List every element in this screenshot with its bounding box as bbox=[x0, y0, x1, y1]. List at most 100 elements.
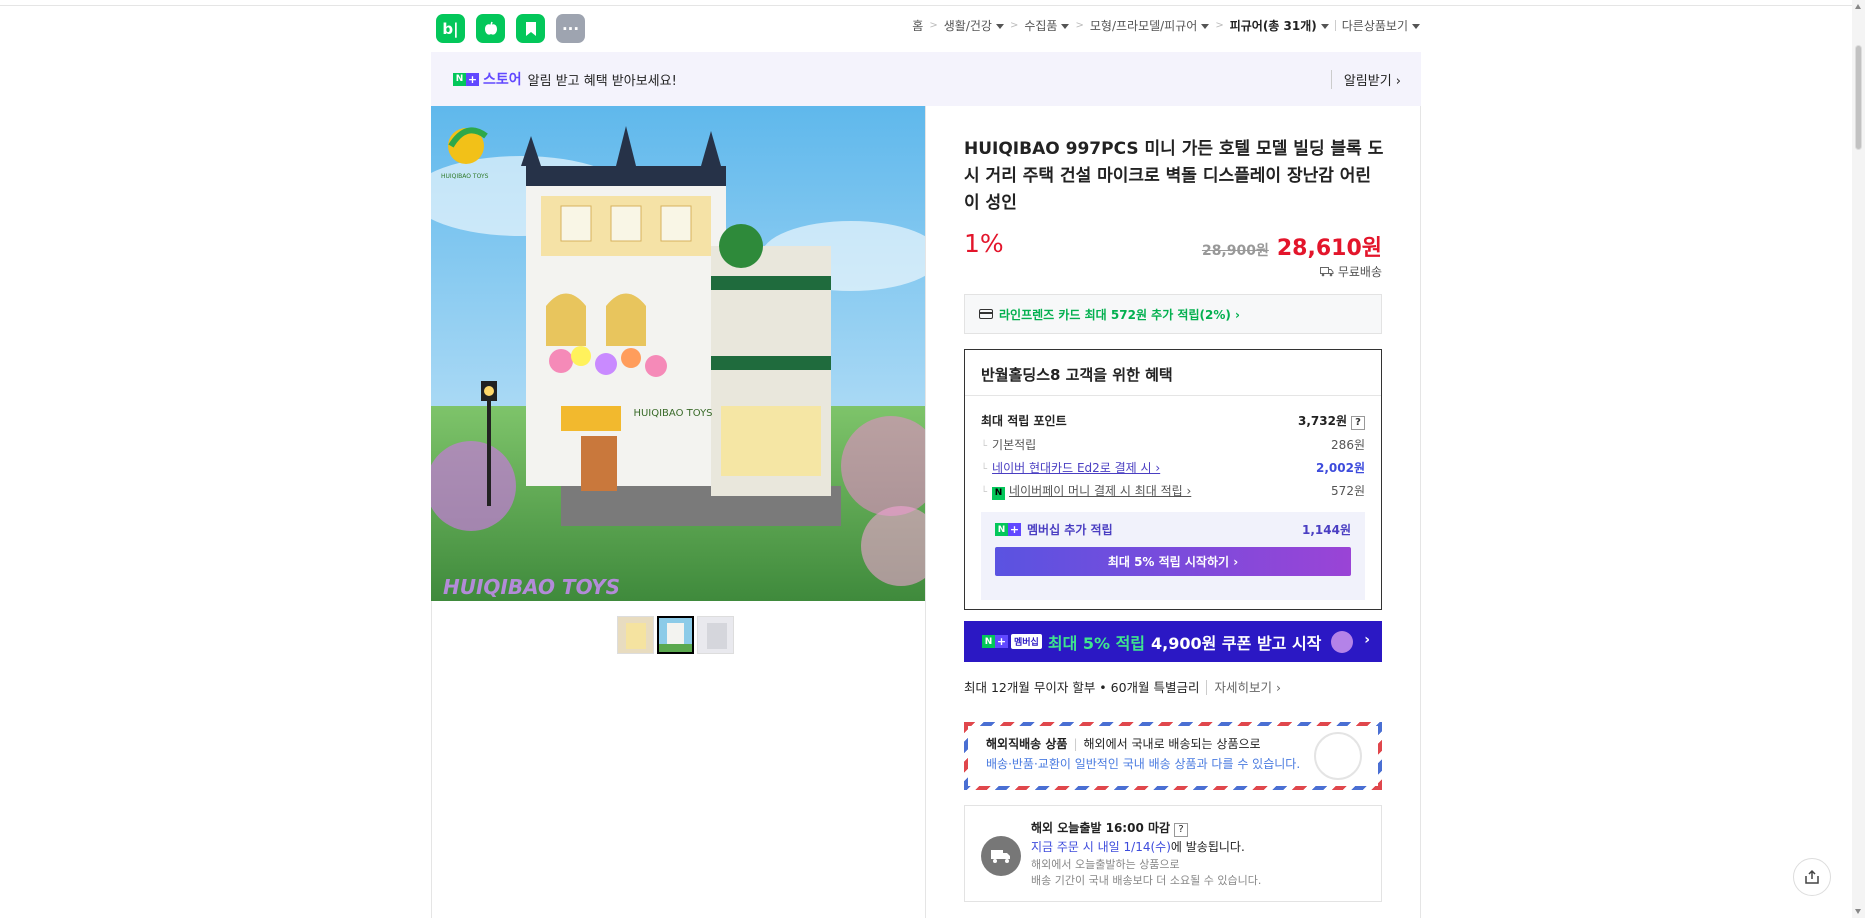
breadcrumb-separator: > bbox=[1009, 20, 1019, 31]
scroll-up-arrow[interactable] bbox=[1855, 4, 1861, 9]
breadcrumb: 홈 > 생활/건강 > 수집품 > 모형/프라모델/피규어 > 피규어(총 31… bbox=[912, 17, 1420, 34]
naver-plus-icon: N + bbox=[982, 635, 1008, 648]
store-word: 스토어 bbox=[483, 72, 522, 88]
chevron-down-icon bbox=[1201, 24, 1210, 29]
card-offer-text: 라인프렌즈 카드 최대 572원 추가 적립(2%) › bbox=[999, 307, 1240, 322]
npay-money-row: N네이버페이 머니 결제 시 최대 적립 › 572원 bbox=[981, 482, 1365, 500]
product-main-image[interactable]: HUIQIBAO TOYS HUIQIBAO TOYS HUIQIBAO TOY… bbox=[431, 106, 925, 601]
max-points-value: 3,732원 bbox=[1298, 414, 1347, 428]
chevron-down-icon bbox=[1320, 24, 1329, 29]
scroll-down-arrow[interactable] bbox=[1855, 909, 1861, 914]
breadcrumb-separator: > bbox=[929, 20, 938, 31]
chevron-down-icon bbox=[995, 24, 1004, 29]
share-button[interactable] bbox=[1793, 858, 1831, 896]
breadcrumb-item-models[interactable]: 모형/프라모델/피규어 bbox=[1090, 17, 1210, 34]
hyundai-card-link[interactable]: 네이버 현대카드 Ed2로 결제 시 › bbox=[992, 461, 1160, 475]
product-title: HUIQIBAO 997PCS 미니 가든 호텔 모델 빌딩 블록 도시 거리 … bbox=[964, 139, 1384, 213]
app-shortcuts: b| ··· bbox=[436, 14, 585, 43]
plus-badge: + bbox=[466, 72, 479, 86]
membership-box: N + 멤버십 추가 적립 1,144원 최대 5% 적립 시작하기 › bbox=[981, 512, 1365, 600]
membership-promo-banner[interactable]: N + 멤버십 최대 5% 적립 4,900원 쿠폰 받고 시작 › bbox=[964, 621, 1382, 662]
today-shipping-box: 해외 오늘출발 16:00 마감? 지금 주문 시 내일 1/14(수)에 발송… bbox=[964, 805, 1382, 902]
card-offer-link[interactable]: 라인프렌즈 카드 최대 572원 추가 적립(2%) › bbox=[964, 294, 1382, 334]
breadcrumb-item-living[interactable]: 생활/건강 bbox=[944, 17, 1004, 34]
max-points-label: 최대 적립 포인트 bbox=[981, 414, 1067, 428]
hyundai-card-value: 2,002원 bbox=[1316, 461, 1365, 475]
column-divider bbox=[925, 106, 926, 918]
help-icon[interactable]: ? bbox=[1351, 416, 1365, 430]
image-watermark-text: HUIQIBAO TOYS bbox=[443, 575, 620, 599]
npay-money-link[interactable]: 네이버페이 머니 결제 시 최대 적립 › bbox=[1009, 484, 1191, 498]
scrollbar-thumb[interactable] bbox=[1855, 45, 1862, 150]
breadcrumb-current[interactable]: 피규어(총 31개) bbox=[1230, 17, 1329, 34]
today-shipping-suffix: 에 발송됩니다. bbox=[1170, 840, 1245, 854]
chevron-right-icon: › bbox=[1364, 632, 1370, 648]
card-icon bbox=[979, 309, 993, 319]
blog-icon[interactable]: b| bbox=[436, 14, 465, 43]
n-badge: N bbox=[453, 72, 466, 86]
store-alert-message: 알림 받고 혜택 받아보세요! bbox=[527, 73, 677, 89]
membership-label: N + 멤버십 추가 적립 bbox=[995, 521, 1113, 538]
divider bbox=[1334, 20, 1336, 31]
onion-mascot-icon bbox=[1331, 630, 1354, 653]
original-price: 28,900원 bbox=[1201, 243, 1269, 259]
overseas-note: 배송·반품·교환이 일반적인 국내 배송 상품과 다를 수 있습니다. bbox=[986, 757, 1301, 771]
discount-rate: 1% bbox=[964, 229, 1004, 258]
store-alert-banner: N + 스토어 알림 받고 혜택 받아보세요! 알림받기 › bbox=[431, 52, 1421, 106]
today-shipping-note-2: 배송 기간이 국내 배송보다 더 소요될 수 있습니다. bbox=[1031, 874, 1262, 887]
other-products-link[interactable]: 다른상품보기 bbox=[1342, 17, 1420, 34]
more-icon[interactable]: ··· bbox=[556, 14, 585, 43]
bookmark-icon[interactable] bbox=[516, 14, 545, 43]
membership-value: 1,144원 bbox=[1302, 523, 1351, 537]
installment-info: 최대 12개월 무이자 할부 • 60개월 특별금리 자세히보기 › bbox=[964, 677, 1282, 696]
share-icon bbox=[1805, 869, 1819, 884]
membership-tag: 멤버십 bbox=[1011, 634, 1042, 649]
max-points-row: 최대 적립 포인트 3,732원? bbox=[981, 412, 1365, 430]
promo-text: 4,900원 쿠폰 받고 시작 bbox=[1151, 633, 1322, 653]
thumbnail-2[interactable] bbox=[657, 616, 694, 654]
npay-icon: N bbox=[992, 487, 1006, 500]
thumbnail-1[interactable] bbox=[617, 616, 654, 654]
help-icon[interactable]: ? bbox=[1174, 823, 1189, 837]
thumbnail-3[interactable] bbox=[697, 616, 734, 654]
basic-points-value: 286원 bbox=[1331, 438, 1365, 452]
breadcrumb-separator: > bbox=[1215, 20, 1224, 31]
truck-icon bbox=[981, 836, 1021, 876]
subscribe-alert-button[interactable]: 알림받기 › bbox=[1330, 70, 1401, 89]
apple-icon[interactable] bbox=[476, 14, 505, 43]
chevron-down-icon bbox=[1061, 24, 1070, 29]
chevron-down-icon bbox=[1412, 24, 1420, 29]
shipping-text: 무료배송 bbox=[1337, 265, 1382, 279]
overseas-title: 해외직배송 상품 bbox=[986, 737, 1068, 751]
top-border bbox=[0, 0, 1865, 6]
logo-text: HUIQIBAO TOYS bbox=[441, 173, 489, 180]
shipping-info: 무료배송 bbox=[1319, 263, 1382, 280]
thumbnail-strip bbox=[617, 616, 734, 654]
today-shipping-date: 지금 주문 시 내일 1/14(수) bbox=[1031, 840, 1171, 854]
promo-highlight: 최대 5% 적립 bbox=[1047, 633, 1146, 653]
today-shipping-title: 해외 오늘출발 16:00 마감 bbox=[1031, 821, 1171, 835]
final-price: 28,610원 bbox=[1276, 236, 1382, 261]
vertical-scrollbar[interactable] bbox=[1852, 0, 1865, 918]
overseas-shipping-notice: 해외직배송 상품 | 해외에서 국내로 배송되는 상품으로 배송·반품·교환이 일반… bbox=[964, 722, 1382, 790]
hyundai-card-row: 네이버 현대카드 Ed2로 결제 시 › 2,002원 bbox=[981, 459, 1365, 476]
basic-points-row: 기본적립 286원 bbox=[981, 436, 1365, 453]
benefit-heading: 반월홀딩스8 고객을 위한 혜택 bbox=[965, 350, 1381, 396]
breadcrumb-item-collectibles[interactable]: 수집품 bbox=[1024, 17, 1070, 34]
start-membership-button[interactable]: 최대 5% 적립 시작하기 › bbox=[995, 547, 1351, 576]
price-row: 28,900원 28,610원 bbox=[1202, 230, 1382, 262]
installment-text: 최대 12개월 무이자 할부 • 60개월 특별금리 bbox=[964, 680, 1200, 695]
basic-points-label: 기본적립 bbox=[981, 436, 1036, 453]
installment-more-link[interactable]: 자세히보기 › bbox=[1205, 680, 1282, 695]
today-shipping-note-1: 해외에서 오늘출발하는 상품으로 bbox=[1031, 858, 1180, 871]
airplane-stamp-icon bbox=[1314, 732, 1362, 780]
naver-plus-store-logo: N + bbox=[453, 72, 479, 86]
npay-money-value: 572원 bbox=[1331, 484, 1365, 498]
overseas-desc: 해외에서 국내로 배송되는 상품으로 bbox=[1083, 737, 1261, 751]
naver-plus-icon: N + bbox=[995, 523, 1021, 536]
breadcrumb-separator: > bbox=[1075, 20, 1084, 31]
truck-icon bbox=[1319, 267, 1334, 277]
building-sign-text: HUIQIBAO TOYS bbox=[633, 408, 712, 419]
benefit-panel: 반월홀딩스8 고객을 위한 혜택 최대 적립 포인트 3,732원? 기본적립 … bbox=[964, 349, 1382, 610]
breadcrumb-home[interactable]: 홈 bbox=[912, 17, 923, 34]
